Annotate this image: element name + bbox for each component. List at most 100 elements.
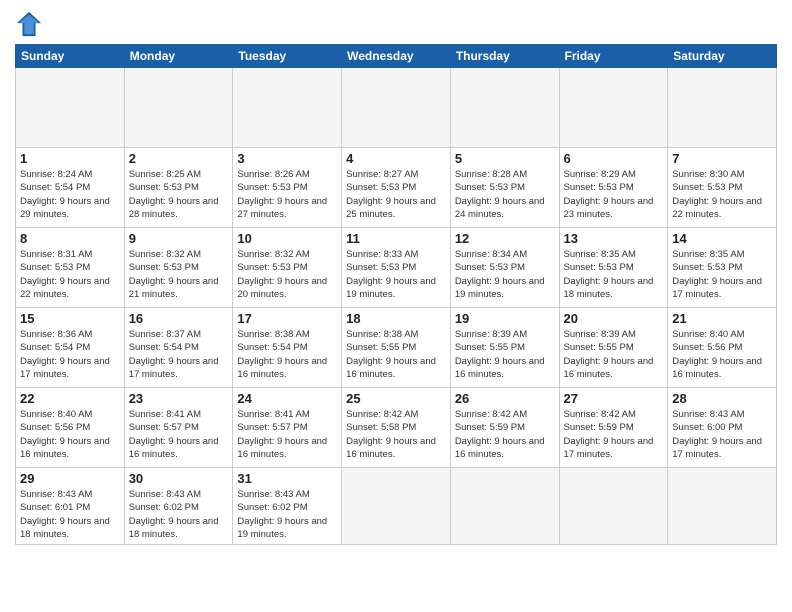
day-info: Sunrise: 8:28 AMSunset: 5:53 PMDaylight:… [455,168,555,221]
day-info: Sunrise: 8:43 AMSunset: 6:02 PMDaylight:… [237,488,337,541]
day-number: 9 [129,231,229,246]
day-number: 31 [237,471,337,486]
calendar-cell [124,68,233,148]
day-info: Sunrise: 8:42 AMSunset: 5:59 PMDaylight:… [455,408,555,461]
calendar-cell: 7 Sunrise: 8:30 AMSunset: 5:53 PMDaylight… [668,148,777,228]
day-info: Sunrise: 8:25 AMSunset: 5:53 PMDaylight:… [129,168,229,221]
calendar-cell: 19 Sunrise: 8:39 AMSunset: 5:55 PMDayligh… [450,308,559,388]
calendar-cell [342,468,451,545]
day-info: Sunrise: 8:41 AMSunset: 5:57 PMDaylight:… [129,408,229,461]
day-number: 23 [129,391,229,406]
calendar-cell [668,468,777,545]
day-info: Sunrise: 8:30 AMSunset: 5:53 PMDaylight:… [672,168,772,221]
calendar-cell: 1 Sunrise: 8:24 AMSunset: 5:54 PMDaylight… [16,148,125,228]
calendar-cell: 8Sunrise: 8:31 AMSunset: 5:53 PMDaylight… [16,228,125,308]
calendar-cell [342,68,451,148]
day-info: Sunrise: 8:42 AMSunset: 5:59 PMDaylight:… [564,408,664,461]
calendar-cell: 30Sunrise: 8:43 AMSunset: 6:02 PMDayligh… [124,468,233,545]
calendar-cell [559,468,668,545]
calendar-cell: 15 Sunrise: 8:36 AMSunset: 5:54 PMDayligh… [16,308,125,388]
day-info: Sunrise: 8:33 AMSunset: 5:53 PMDaylight:… [346,248,446,301]
logo [15,10,45,38]
calendar-cell [668,68,777,148]
day-header-tuesday: Tuesday [233,45,342,68]
week-row-2: 8Sunrise: 8:31 AMSunset: 5:53 PMDaylight… [16,228,777,308]
calendar-cell: 18Sunrise: 8:38 AMSunset: 5:55 PMDayligh… [342,308,451,388]
day-info: Sunrise: 8:26 AMSunset: 5:53 PMDaylight:… [237,168,337,221]
day-number: 30 [129,471,229,486]
day-number: 13 [564,231,664,246]
calendar-cell: 28 Sunrise: 8:43 AMSunset: 6:00 PMDayligh… [668,388,777,468]
calendar-cell: 25 Sunrise: 8:42 AMSunset: 5:58 PMDayligh… [342,388,451,468]
day-info: Sunrise: 8:43 AMSunset: 6:00 PMDaylight:… [672,408,772,461]
day-header-thursday: Thursday [450,45,559,68]
day-number: 1 [20,151,120,166]
calendar-cell: 21Sunrise: 8:40 AMSunset: 5:56 PMDayligh… [668,308,777,388]
calendar-cell: 4 Sunrise: 8:27 AMSunset: 5:53 PMDaylight… [342,148,451,228]
day-info: Sunrise: 8:35 AMSunset: 5:53 PMDaylight:… [672,248,772,301]
day-number: 5 [455,151,555,166]
day-number: 15 [20,311,120,326]
day-number: 8 [20,231,120,246]
day-info: Sunrise: 8:24 AMSunset: 5:54 PMDaylight:… [20,168,120,221]
day-info: Sunrise: 8:37 AMSunset: 5:54 PMDaylight:… [129,328,229,381]
day-info: Sunrise: 8:42 AMSunset: 5:58 PMDaylight:… [346,408,446,461]
day-number: 4 [346,151,446,166]
day-info: Sunrise: 8:41 AMSunset: 5:57 PMDaylight:… [237,408,337,461]
day-number: 18 [346,311,446,326]
calendar-cell: 17 Sunrise: 8:38 AMSunset: 5:54 PMDayligh… [233,308,342,388]
day-number: 19 [455,311,555,326]
calendar-cell: 16 Sunrise: 8:37 AMSunset: 5:54 PMDayligh… [124,308,233,388]
day-number: 24 [237,391,337,406]
calendar-cell: 10Sunrise: 8:32 AMSunset: 5:53 PMDayligh… [233,228,342,308]
week-row-3: 15 Sunrise: 8:36 AMSunset: 5:54 PMDayligh… [16,308,777,388]
day-number: 6 [564,151,664,166]
day-number: 11 [346,231,446,246]
day-header-monday: Monday [124,45,233,68]
logo-icon [15,10,43,38]
calendar-cell [16,68,125,148]
calendar-cell: 20Sunrise: 8:39 AMSunset: 5:55 PMDayligh… [559,308,668,388]
day-header-wednesday: Wednesday [342,45,451,68]
day-header-saturday: Saturday [668,45,777,68]
day-info: Sunrise: 8:36 AMSunset: 5:54 PMDaylight:… [20,328,120,381]
week-row-4: 22Sunrise: 8:40 AMSunset: 5:56 PMDayligh… [16,388,777,468]
day-info: Sunrise: 8:32 AMSunset: 5:53 PMDaylight:… [129,248,229,301]
calendar-cell [450,468,559,545]
calendar-cell: 9 Sunrise: 8:32 AMSunset: 5:53 PMDaylight… [124,228,233,308]
header [15,10,777,38]
calendar-cell [559,68,668,148]
calendar-cell: 11 Sunrise: 8:33 AMSunset: 5:53 PMDayligh… [342,228,451,308]
day-number: 17 [237,311,337,326]
day-info: Sunrise: 8:35 AMSunset: 5:53 PMDaylight:… [564,248,664,301]
day-number: 26 [455,391,555,406]
day-info: Sunrise: 8:40 AMSunset: 5:56 PMDaylight:… [672,328,772,381]
calendar-cell: 5 Sunrise: 8:28 AMSunset: 5:53 PMDaylight… [450,148,559,228]
day-number: 16 [129,311,229,326]
day-number: 27 [564,391,664,406]
day-info: Sunrise: 8:27 AMSunset: 5:53 PMDaylight:… [346,168,446,221]
day-number: 2 [129,151,229,166]
calendar-table: SundayMondayTuesdayWednesdayThursdayFrid… [15,44,777,545]
day-number: 28 [672,391,772,406]
day-number: 7 [672,151,772,166]
calendar-cell [450,68,559,148]
day-info: Sunrise: 8:32 AMSunset: 5:53 PMDaylight:… [237,248,337,301]
day-info: Sunrise: 8:38 AMSunset: 5:54 PMDaylight:… [237,328,337,381]
day-info: Sunrise: 8:39 AMSunset: 5:55 PMDaylight:… [455,328,555,381]
day-number: 20 [564,311,664,326]
day-info: Sunrise: 8:43 AMSunset: 6:01 PMDaylight:… [20,488,120,541]
day-header-friday: Friday [559,45,668,68]
day-info: Sunrise: 8:29 AMSunset: 5:53 PMDaylight:… [564,168,664,221]
day-number: 25 [346,391,446,406]
day-info: Sunrise: 8:40 AMSunset: 5:56 PMDaylight:… [20,408,120,461]
calendar-cell: 2 Sunrise: 8:25 AMSunset: 5:53 PMDaylight… [124,148,233,228]
calendar-cell: 3Sunrise: 8:26 AMSunset: 5:53 PMDaylight… [233,148,342,228]
day-number: 14 [672,231,772,246]
calendar-header: SundayMondayTuesdayWednesdayThursdayFrid… [16,45,777,68]
week-row-0 [16,68,777,148]
calendar-cell: 27 Sunrise: 8:42 AMSunset: 5:59 PMDayligh… [559,388,668,468]
page-container: SundayMondayTuesdayWednesdayThursdayFrid… [0,0,792,612]
calendar-cell: 22Sunrise: 8:40 AMSunset: 5:56 PMDayligh… [16,388,125,468]
calendar-cell: 23 Sunrise: 8:41 AMSunset: 5:57 PMDayligh… [124,388,233,468]
